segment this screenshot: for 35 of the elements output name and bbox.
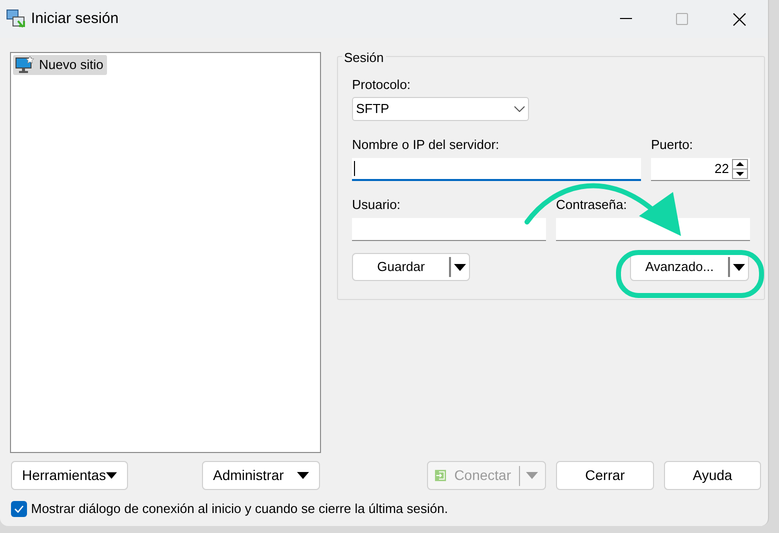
field-label: Contraseña: [556,196,628,212]
caret-icon [106,472,117,479]
password-field[interactable] [556,218,750,241]
monitor-icon [15,56,34,74]
user-field[interactable] [352,218,546,241]
maximize-icon [676,13,688,25]
save-button[interactable]: Guardar [352,253,470,281]
minimize-icon [620,18,632,20]
checkbox-label: Mostrar diálogo de conexión al inicio y cuando se cierre la última sesión. [31,500,448,518]
host-field[interactable] [352,158,641,181]
computers-icon [6,9,26,29]
port-field[interactable]: 22 [651,158,750,181]
checkbox[interactable] [11,500,27,517]
advanced-button[interactable]: Avanzado... [630,253,749,281]
caret-icon [526,472,538,479]
menu-button[interactable]: Herramientas [11,461,128,490]
caret-icon [454,264,466,270]
menu-button[interactable]: Administrar [202,461,320,490]
login-icon [435,467,446,484]
field-label: Usuario: [352,196,402,212]
site-item[interactable]: Nuevo sitio [13,55,108,75]
window-title: Iniciar sesión [31,8,119,29]
protocol-dropdown[interactable]: SFTP [352,97,529,121]
spinner-icon [732,159,748,179]
field-label: Protocolo: [352,76,412,92]
check-icon [14,504,24,513]
chevron-down-icon [514,106,525,112]
field-label: Nombre o IP del servidor: [352,136,500,152]
field-label: Puerto: [651,136,694,152]
dialog-button[interactable]: Cerrar [556,461,654,490]
text-cursor [354,161,355,176]
close-icon [732,12,746,26]
caret-icon [297,472,309,479]
dialog-button[interactable]: Ayuda [664,461,761,490]
caret-icon [733,264,745,270]
